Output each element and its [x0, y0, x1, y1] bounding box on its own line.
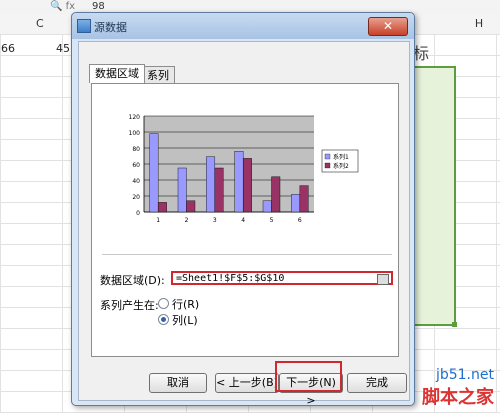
x-tick-label: 2: [185, 217, 189, 224]
bar: [299, 185, 309, 213]
watermark-logo-text: 脚本之家: [422, 387, 494, 408]
tab-data-range[interactable]: 数据区域: [89, 64, 145, 83]
fill-handle[interactable]: [452, 322, 457, 327]
x-tick-label: 4: [241, 217, 245, 224]
legend-swatch: [324, 162, 331, 169]
column-header-c[interactable]: C: [8, 14, 70, 34]
watermark: jb51.net 脚本之家: [422, 367, 494, 409]
dialog-app-icon: [77, 19, 91, 33]
close-button[interactable]: ✕: [368, 17, 408, 36]
formula-icons[interactable]: 🔍 fx: [50, 0, 75, 14]
bar: [206, 156, 216, 213]
data-range-label: 数据区域(D):: [100, 274, 165, 287]
radio-rows-label[interactable]: 行(R): [172, 296, 199, 312]
dialog-title: 源数据: [94, 21, 127, 34]
watermark-url: jb51.net: [435, 367, 494, 383]
data-range-value[interactable]: =Sheet1!$F$5:$G$10: [176, 273, 284, 284]
source-data-dialog: 源数据 ✕ 数据区域 系列 0 20 40 60 80 100 120 1 2 3 4 5 6 系列1 系列…: [71, 12, 415, 407]
bar: [234, 151, 244, 213]
bar: [242, 158, 252, 213]
bar: [291, 194, 301, 213]
y-tick-label: 60: [132, 162, 140, 169]
next-button-highlight: [275, 361, 342, 392]
bar: [157, 202, 167, 213]
legend-label: 系列1: [333, 153, 349, 161]
legend-label: 系列2: [333, 162, 349, 170]
tab-content-data-range: 0 20 40 60 80 100 120 1 2 3 4 5 6 系列1 系列2 数据区域(D): =Sh…: [91, 83, 399, 357]
radio-columns-label[interactable]: 列(L): [172, 312, 198, 328]
y-tick-label: 20: [132, 194, 140, 201]
cell-value[interactable]: 45: [56, 42, 70, 55]
y-tick-label: 100: [129, 130, 141, 137]
bar: [186, 200, 196, 213]
bar: [271, 176, 281, 213]
cancel-button[interactable]: 取消: [149, 373, 207, 393]
series-in-label: 系列产生在:: [100, 299, 159, 312]
cell-title-text[interactable]: 标: [413, 40, 429, 64]
back-button[interactable]: < 上一步(B): [215, 373, 279, 393]
finish-button[interactable]: 完成: [347, 373, 407, 393]
bar: [177, 167, 187, 213]
cell-value[interactable]: 66: [1, 42, 15, 55]
x-tick-label: 1: [156, 217, 160, 224]
bar: [149, 133, 159, 213]
dialog-titlebar[interactable]: 源数据 ✕: [72, 13, 414, 39]
y-tick-label: 0: [136, 210, 140, 217]
radio-rows[interactable]: [158, 298, 169, 309]
y-tick-label: 80: [132, 146, 140, 153]
chart-preview: 0 20 40 60 80 100 120 1 2 3 4 5 6 系列1系列2: [114, 108, 369, 228]
tab-series[interactable]: 系列: [141, 66, 175, 84]
column-header-h[interactable]: H: [458, 14, 500, 35]
separator: [102, 254, 392, 255]
x-tick-label: 5: [270, 217, 274, 224]
y-tick-label: 120: [129, 114, 141, 121]
range-picker-icon[interactable]: [377, 274, 389, 285]
data-range-field[interactable]: =Sheet1!$F$5:$G$10: [171, 271, 393, 285]
y-tick-label: 40: [132, 178, 140, 185]
dialog-body: 数据区域 系列 0 20 40 60 80 100 120 1 2 3 4 5 6 系列1 系列2 数据区域…: [78, 41, 410, 407]
bar: [262, 200, 272, 213]
bar: [214, 167, 224, 213]
x-tick-label: 3: [213, 217, 217, 224]
x-tick-label: 6: [298, 217, 302, 224]
column-header-g[interactable]: [413, 14, 459, 35]
radio-columns[interactable]: [158, 314, 169, 325]
legend-swatch: [324, 153, 331, 160]
